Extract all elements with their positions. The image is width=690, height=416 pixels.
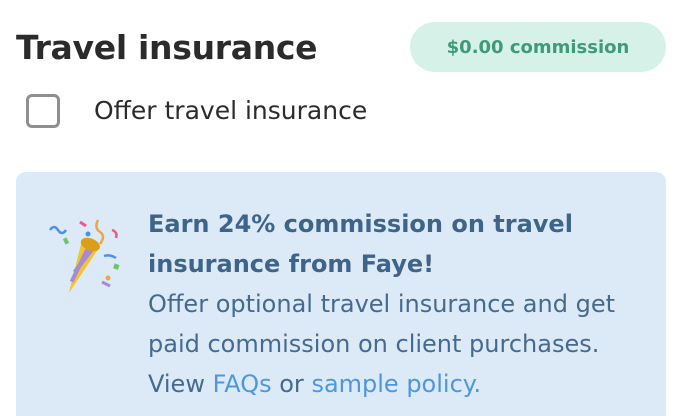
section-title: Travel insurance: [16, 28, 318, 67]
offer-travel-insurance-option[interactable]: Offer travel insurance: [26, 94, 367, 128]
commission-badge: $0.00 commission: [410, 22, 666, 72]
party-popper-icon: [48, 219, 120, 292]
offer-travel-insurance-label: Offer travel insurance: [94, 96, 368, 125]
view-prefix: View: [148, 370, 205, 398]
sample-policy-link[interactable]: sample policy.: [311, 370, 481, 398]
or-text: or: [279, 370, 304, 398]
info-body: Offer optional travel insurance and get …: [148, 290, 615, 358]
commission-info-box: Earn 24% commission on travel insurance …: [16, 172, 666, 416]
offer-travel-insurance-checkbox[interactable]: [26, 94, 60, 128]
commission-info-text: Earn 24% commission on travel insurance …: [148, 204, 648, 404]
info-heading: Earn 24% commission on travel insurance …: [148, 210, 573, 278]
faqs-link[interactable]: FAQs: [213, 370, 272, 398]
travel-insurance-section: Travel insurance $0.00 commission Offer …: [0, 0, 690, 416]
